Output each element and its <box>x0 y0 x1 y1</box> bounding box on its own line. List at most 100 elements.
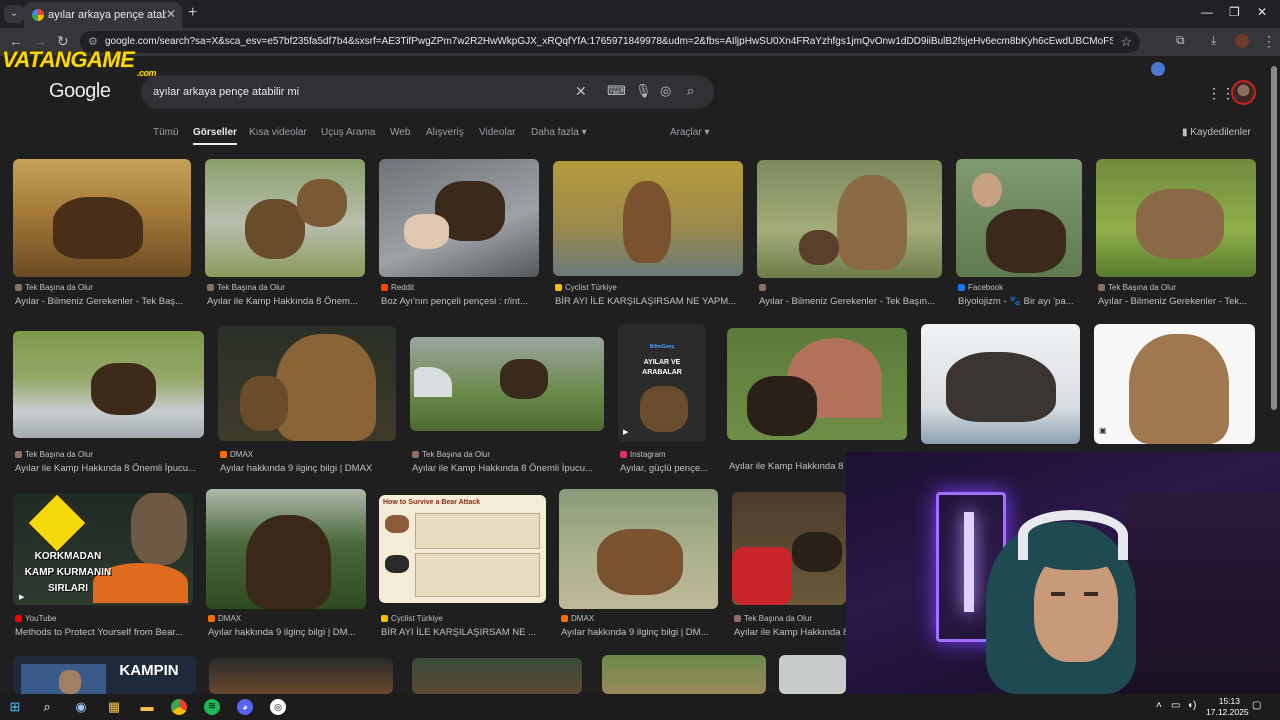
result-caption[interactable]: Boz Ayı'nın pençeli pençesi : r/int... <box>381 296 541 307</box>
bear-paw-image[interactable] <box>956 159 1082 277</box>
address-bar[interactable]: ⚙ google.com/search?sa=X&sca_esv=e57bf23… <box>80 31 1140 53</box>
bear-image[interactable] <box>602 655 766 694</box>
result-caption[interactable]: Ayılar ile Kamp Hakkında 8 Önemli İpucu.… <box>15 463 206 474</box>
bear-image[interactable] <box>553 161 743 276</box>
bear-tent-image[interactable] <box>727 328 907 440</box>
result-card[interactable]: How to Survive a Bear Attack Cyclist Tür… <box>379 495 546 641</box>
steam-icon[interactable]: ◉ <box>72 698 90 716</box>
mic-icon[interactable]: 🎙 <box>635 83 652 99</box>
tab-web[interactable]: Web <box>390 127 410 138</box>
bear-image[interactable] <box>779 655 846 694</box>
result-caption[interactable]: Ayılar ile Kamp Hakkında 8 Önem... <box>207 296 367 307</box>
bear-paw-image[interactable] <box>379 159 539 277</box>
result-caption[interactable]: Methods to Protect Yourself from Bear... <box>15 627 195 638</box>
tab-short-videos[interactable]: Kısa videolar <box>249 127 307 138</box>
result-card[interactable]: KAMPIN <box>13 656 196 694</box>
tab-all[interactable]: Tümü <box>153 127 179 138</box>
tab-images[interactable]: Görseller <box>193 127 237 145</box>
result-card[interactable]: BilimGenç AYILAR VE ARABALAR ▶ Instagram… <box>618 324 715 476</box>
search-input[interactable] <box>153 82 563 102</box>
result-caption[interactable]: Ayılar, güçlü pençe... <box>620 463 717 474</box>
result-card[interactable]: Tek Başına da Olur Ayılar - Bilmeniz Ger… <box>13 159 191 309</box>
tab-videos[interactable]: Videolar <box>479 127 516 138</box>
search-box[interactable]: ✕ ⌨ 🎙 ◎ ⌕ <box>141 75 714 109</box>
lens-icon[interactable]: ◎ <box>660 83 671 99</box>
bookmark-star-icon[interactable]: ☆ <box>1120 34 1132 50</box>
bear-camp-image[interactable] <box>732 492 846 605</box>
result-card[interactable]: Tek Başına da Olur Ayılar ile Kamp Hakkı… <box>13 331 204 476</box>
bear-image[interactable]: ▣ <box>1094 324 1255 444</box>
account-avatar[interactable] <box>1231 80 1256 105</box>
result-caption[interactable]: BİR AYI İLE KARŞILAŞIRSAM NE YAPM... <box>555 296 745 307</box>
youtube-thumbnail-image[interactable]: KORKMADAN KAMP KURMANIN SIRLARI ▶ <box>13 493 193 605</box>
bear-image[interactable] <box>218 326 396 441</box>
obs-icon[interactable]: ◎ <box>270 699 286 715</box>
result-card[interactable]: DMAX Ayılar hakkında 9 ilginç bilgi | DM… <box>559 489 718 641</box>
result-card[interactable]: Tek Başına da Olur Ayılar - Bilmeniz Ger… <box>1096 159 1256 309</box>
result-card[interactable]: DMAX Ayılar hakkında 9 ilginç bilgi | DM… <box>218 326 396 476</box>
tab-close-icon[interactable]: ✕ <box>166 7 176 21</box>
result-card[interactable]: Tek Başına da Olur Ayılar ile Kamp Hakkı… <box>732 492 848 641</box>
bear-image[interactable] <box>209 658 393 694</box>
tab-more[interactable]: Daha fazla ▾ <box>531 127 587 138</box>
result-card[interactable] <box>412 658 582 694</box>
file-explorer-icon[interactable]: ▬ <box>138 698 156 716</box>
bear-image[interactable] <box>1096 159 1256 277</box>
page-scrollbar[interactable] <box>1271 66 1277 410</box>
clear-icon[interactable]: ✕ <box>575 83 587 100</box>
extensions-puzzle-icon[interactable]: ⧉ <box>1176 33 1185 48</box>
result-caption[interactable]: Ayılar - Bilmeniz Gerekenler - Tek Başın… <box>759 296 944 307</box>
result-card[interactable]: Ayılar - Bilmeniz Gerekenler - Tek Başın… <box>757 160 942 309</box>
discord-icon[interactable]: ◕ <box>237 699 253 715</box>
result-card[interactable]: Tek Başına da Olur Ayılar ile Kamp Hakkı… <box>205 159 365 309</box>
window-close-icon[interactable]: ✕ <box>1257 5 1267 19</box>
result-caption[interactable]: Ayılar - Bilmeniz Gerekenler - Tek... <box>1098 296 1258 307</box>
youtube-thumbnail-image[interactable]: KAMPIN <box>13 656 196 694</box>
search-icon[interactable]: ⌕ <box>38 698 56 716</box>
result-card[interactable]: DMAX Ayılar hakkında 9 ilginç bilgi | DM… <box>206 489 366 641</box>
chrome-menu-icon[interactable]: ⋮ <box>1262 33 1276 50</box>
spotify-icon[interactable]: ≋ <box>204 699 220 715</box>
result-caption[interactable]: Ayılar - Bilmeniz Gerekenler - Tek Baş..… <box>15 296 193 307</box>
instagram-post-image[interactable]: BilimGenç AYILAR VE ARABALAR ▶ <box>618 324 706 442</box>
result-caption[interactable]: Ayılar hakkında 9 ilginç bilgi | DM... <box>208 627 368 638</box>
new-tab-icon[interactable]: + <box>188 4 197 22</box>
search-icon[interactable]: ⌕ <box>687 83 694 99</box>
notifications-icon[interactable]: ▢ <box>1252 700 1261 711</box>
result-card[interactable]: KORKMADAN KAMP KURMANIN SIRLARI ▶ YouTub… <box>13 493 193 641</box>
result-caption[interactable]: Ayılar ile Kamp Hakkında 8 <box>729 461 847 472</box>
result-caption[interactable]: Ayılar ile Kamp Hakkında 8 Önemli İpucu.… <box>412 463 606 474</box>
tab-search-button[interactable]: ⌄ <box>4 5 24 23</box>
result-card[interactable]: Tek Başına da Olur Ayılar ile Kamp Hakkı… <box>410 337 604 476</box>
bear-image[interactable] <box>13 159 191 277</box>
profile-avatar[interactable] <box>1235 34 1249 48</box>
network-icon[interactable]: ▭ <box>1171 700 1180 711</box>
restore-icon[interactable]: ❐ <box>1229 5 1240 19</box>
google-logo[interactable]: Google <box>49 80 111 103</box>
result-card[interactable] <box>779 655 846 694</box>
result-caption[interactable]: Ayılar ile Kamp Hakkında 8 <box>734 627 848 638</box>
chrome-icon[interactable] <box>171 699 187 715</box>
taskbar-clock[interactable]: 15:13 17.12.2025 <box>1206 696 1249 718</box>
extension-icon[interactable] <box>1151 62 1165 76</box>
bear-camp-image[interactable] <box>410 337 604 431</box>
result-caption[interactable]: Biyolojizm - 🐾 Bir ayı 'pa... <box>958 296 1084 307</box>
tab-flights[interactable]: Uçuş Arama <box>321 127 375 138</box>
result-caption[interactable]: BİR AYI İLE KARŞILAŞIRSAM NE ... <box>381 627 548 638</box>
tray-chevron-icon[interactable]: ˄ <box>1156 700 1162 711</box>
result-card[interactable] <box>209 658 393 694</box>
bear-attack-poster-image[interactable]: How to Survive a Bear Attack <box>379 495 546 603</box>
result-card[interactable] <box>921 324 1080 444</box>
bear-cubs-image[interactable] <box>757 160 942 278</box>
result-card[interactable]: Reddit Boz Ayı'nın pençeli pençesi : r/i… <box>379 159 539 309</box>
volume-icon[interactable]: ◖) <box>1187 700 1196 711</box>
bear-image[interactable] <box>921 324 1080 444</box>
keyboard-icon[interactable]: ⌨ <box>607 83 626 99</box>
bear-image[interactable] <box>206 489 366 609</box>
bear-image[interactable] <box>13 331 204 438</box>
download-icon[interactable]: ⤓ <box>1211 33 1216 48</box>
windows-start-icon[interactable]: ⊞ <box>6 698 24 716</box>
saved-button[interactable]: ▮ Kaydedilenler <box>1182 127 1251 138</box>
result-caption[interactable]: Ayılar hakkında 9 ilginç bilgi | DM... <box>561 627 720 638</box>
result-card[interactable] <box>602 655 766 694</box>
